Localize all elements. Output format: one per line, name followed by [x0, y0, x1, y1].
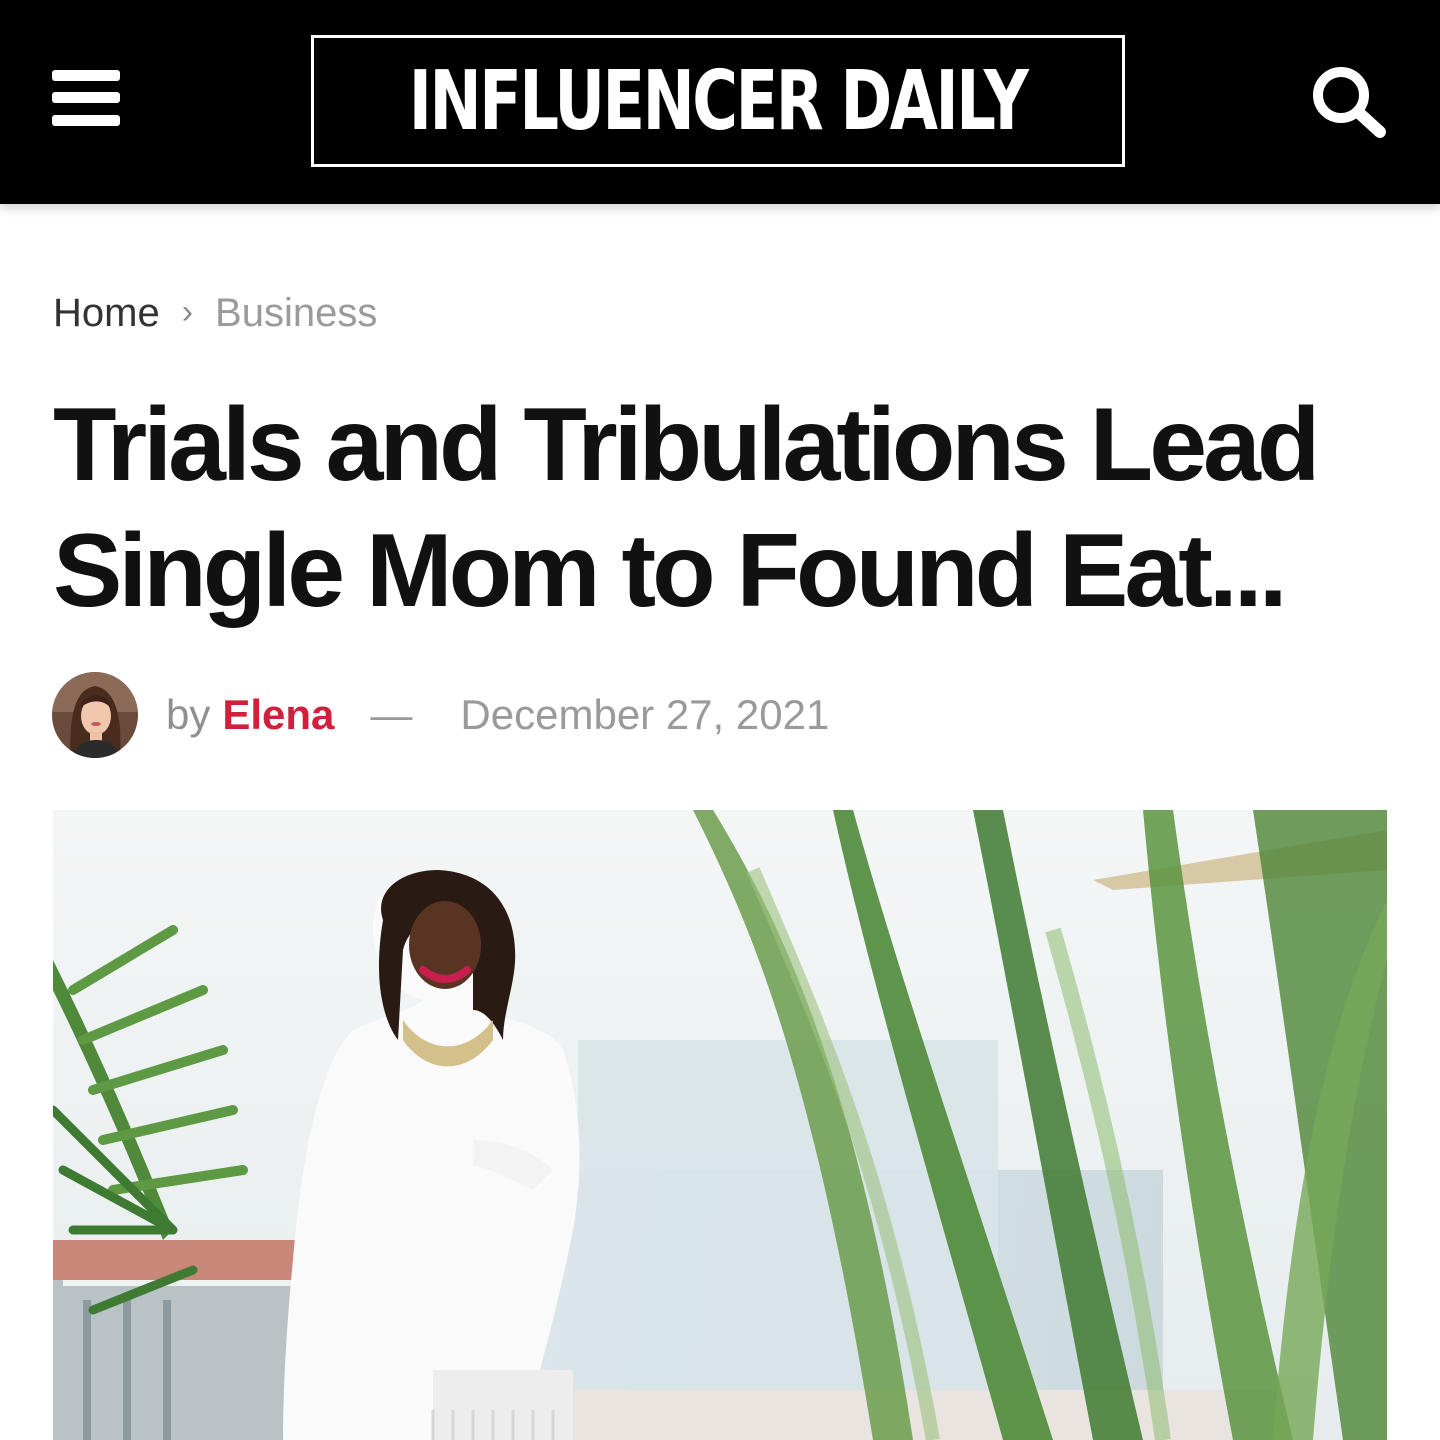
breadcrumb-business-link[interactable]: Business [215, 291, 377, 335]
site-logo[interactable]: INFLUENCER DAILY [311, 35, 1125, 167]
article-title: Trials and Tribulations Lead Single Mom … [53, 387, 1320, 629]
breadcrumb-chevron-icon: › [181, 293, 194, 331]
top-navigation-bar: INFLUENCER DAILY [0, 0, 1440, 204]
article-meta: by Elena — December 27, 2021 [52, 672, 829, 758]
featured-image[interactable] [53, 810, 1387, 1440]
author-link[interactable]: Elena [222, 691, 334, 739]
author-avatar[interactable] [52, 672, 138, 758]
meta-separator: — [370, 691, 413, 738]
breadcrumb-home-link[interactable]: Home [53, 291, 160, 335]
breadcrumb: Home › Business [53, 290, 377, 338]
byline-prefix: by [166, 691, 211, 738]
publish-date: December 27, 2021 [460, 691, 830, 738]
hamburger-menu-icon[interactable] [52, 70, 120, 126]
site-logo-text: INFLUENCER DAILY [409, 52, 1029, 149]
search-icon[interactable] [1308, 62, 1390, 140]
